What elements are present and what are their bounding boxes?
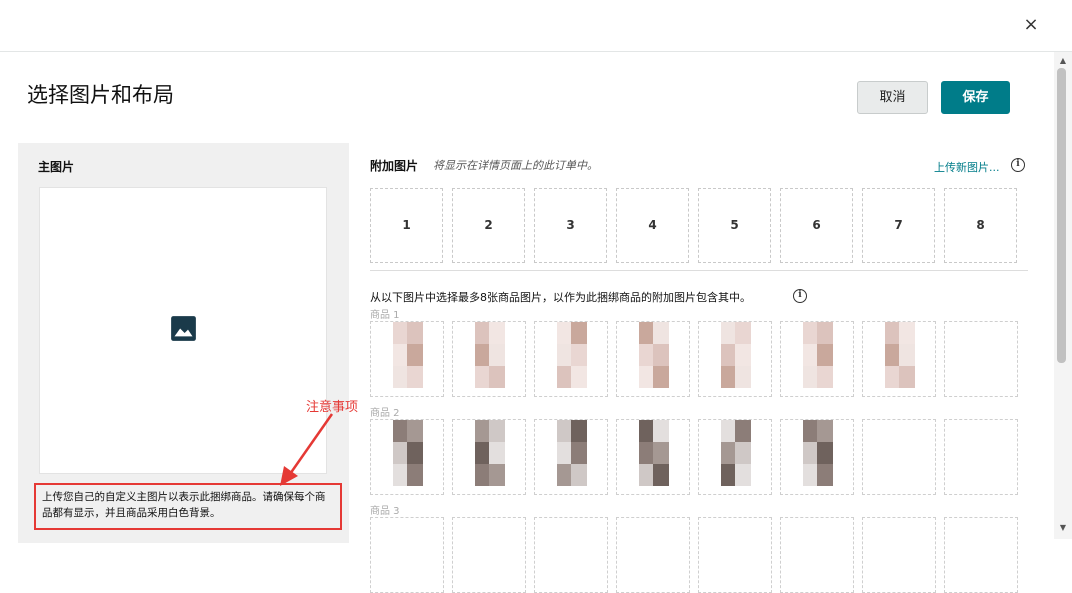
thumbnail-pixel-block <box>407 420 423 442</box>
product-thumbnail[interactable] <box>944 517 1018 593</box>
thumbnail-pixel-block <box>817 322 833 344</box>
main-image-note: 上传您自己的自定义主图片以表示此捆绑商品。请确保每个商品都有显示，并且商品采用白… <box>34 483 342 530</box>
thumbnail-pixel-block <box>817 366 833 388</box>
close-icon[interactable]: × <box>1020 14 1042 36</box>
product-thumbnail[interactable] <box>780 321 854 397</box>
thumbnail-pixel-block <box>653 366 669 388</box>
thumbnail-pixel-block <box>653 442 669 464</box>
thumbnail-pixel-block <box>489 464 505 486</box>
thumbnail-pixel-block <box>735 464 751 486</box>
product-label-2: 商品 2 <box>370 408 400 419</box>
thumbnail-pixel-block <box>653 322 669 344</box>
upload-new-image-link[interactable]: 上传新图片... <box>934 159 1000 175</box>
thumbnail-pixel-block <box>899 322 915 344</box>
thumbnail-pixel-block <box>407 344 423 366</box>
extra-image-slots: 1 2 3 4 5 6 7 8 <box>370 188 1020 263</box>
thumbnail-pixel-block <box>571 344 587 366</box>
product-thumbnail[interactable] <box>862 321 936 397</box>
thumbnail-pixel-block <box>735 442 751 464</box>
info-icon[interactable]: i <box>1011 158 1025 172</box>
product-thumbnail[interactable] <box>534 517 608 593</box>
thumbnail-pixel-block <box>817 442 833 464</box>
extra-images-subtitle: 将显示在详情页面上的此订单中。 <box>433 159 598 172</box>
thumbnail-pixel-block <box>407 442 423 464</box>
image-slot-3[interactable]: 3 <box>534 188 607 263</box>
product-thumbnail[interactable] <box>944 321 1018 397</box>
product-thumbnail[interactable] <box>370 321 444 397</box>
product-thumbnail[interactable] <box>452 321 526 397</box>
save-button[interactable]: 保存 <box>941 81 1010 114</box>
thumbnail-pixel-block <box>571 464 587 486</box>
image-slot-1[interactable]: 1 <box>370 188 443 263</box>
thumbnail-pixel-block <box>817 464 833 486</box>
product-thumbnail[interactable] <box>698 321 772 397</box>
thumbnail-pixel-block <box>571 420 587 442</box>
product-thumbnail[interactable] <box>616 517 690 593</box>
thumbnail-pixel-block <box>489 366 505 388</box>
scroll-down-icon[interactable]: ▼ <box>1058 523 1068 532</box>
product-thumbnail[interactable] <box>370 517 444 593</box>
thumbnail-pixel-block <box>571 322 587 344</box>
thumbnail-pixel-block <box>571 442 587 464</box>
product-thumbnail[interactable] <box>698 419 772 495</box>
image-slot-7[interactable]: 7 <box>862 188 935 263</box>
product-thumbnail[interactable] <box>616 321 690 397</box>
thumbnail-pixel-block <box>489 344 505 366</box>
info-icon[interactable]: i <box>793 289 807 303</box>
scroll-up-icon[interactable]: ▲ <box>1058 56 1068 65</box>
product-thumbnail[interactable] <box>780 419 854 495</box>
thumbnail-pixel-block <box>899 366 915 388</box>
image-slot-8[interactable]: 8 <box>944 188 1017 263</box>
image-slot-4[interactable]: 4 <box>616 188 689 263</box>
product-thumbnail[interactable] <box>780 517 854 593</box>
thumbnail-pixel-block <box>407 464 423 486</box>
thumbnail-pixel-block <box>735 420 751 442</box>
product-thumbnail[interactable] <box>452 517 526 593</box>
product-thumbnail[interactable] <box>944 419 1018 495</box>
product-thumbnail[interactable] <box>452 419 526 495</box>
thumbnail-pixel-block <box>817 420 833 442</box>
thumbnail-pixel-block <box>653 464 669 486</box>
product-thumbnail[interactable] <box>698 517 772 593</box>
thumbnail-pixel-block <box>899 344 915 366</box>
thumbnail-pixel-block <box>653 344 669 366</box>
product-thumbnail[interactable] <box>534 321 608 397</box>
main-image-title: 主图片 <box>38 160 75 174</box>
thumbnail-pixel-block <box>735 322 751 344</box>
scrollbar-thumb[interactable] <box>1057 68 1066 363</box>
image-slot-5[interactable]: 5 <box>698 188 771 263</box>
product-label-1: 商品 1 <box>370 310 400 321</box>
product-thumbnail[interactable] <box>862 517 936 593</box>
product-thumbnail[interactable] <box>370 419 444 495</box>
cancel-button[interactable]: 取消 <box>857 81 928 114</box>
thumbnail-pixel-block <box>489 420 505 442</box>
annotation-arrow-icon <box>280 413 334 486</box>
image-slot-2[interactable]: 2 <box>452 188 525 263</box>
image-icon <box>171 316 196 341</box>
thumbnail-pixel-block <box>407 366 423 388</box>
thumbnail-pixel-block <box>735 344 751 366</box>
thumbnail-pixel-block <box>571 366 587 388</box>
thumbnail-pixel-block <box>735 366 751 388</box>
thumbnail-pixel-block <box>817 344 833 366</box>
thumbnail-pixel-block <box>489 442 505 464</box>
product-label-3: 商品 3 <box>370 506 400 517</box>
thumbnail-pixel-block <box>407 322 423 344</box>
image-slot-6[interactable]: 6 <box>780 188 853 263</box>
section-divider <box>370 270 1028 271</box>
product-thumbnail[interactable] <box>534 419 608 495</box>
product-thumbnail[interactable] <box>862 419 936 495</box>
dialog-header-bar: × <box>0 0 1072 52</box>
thumbnail-pixel-block <box>489 322 505 344</box>
thumbnail-pixel-block <box>653 420 669 442</box>
product-thumbnail[interactable] <box>616 419 690 495</box>
extra-images-title: 附加图片 <box>370 159 419 173</box>
page-title: 选择图片和布局 <box>27 83 174 107</box>
select-images-instruction: 从以下图片中选择最多8张商品图片，以作为此捆绑商品的附加图片包含其中。 <box>370 291 751 304</box>
